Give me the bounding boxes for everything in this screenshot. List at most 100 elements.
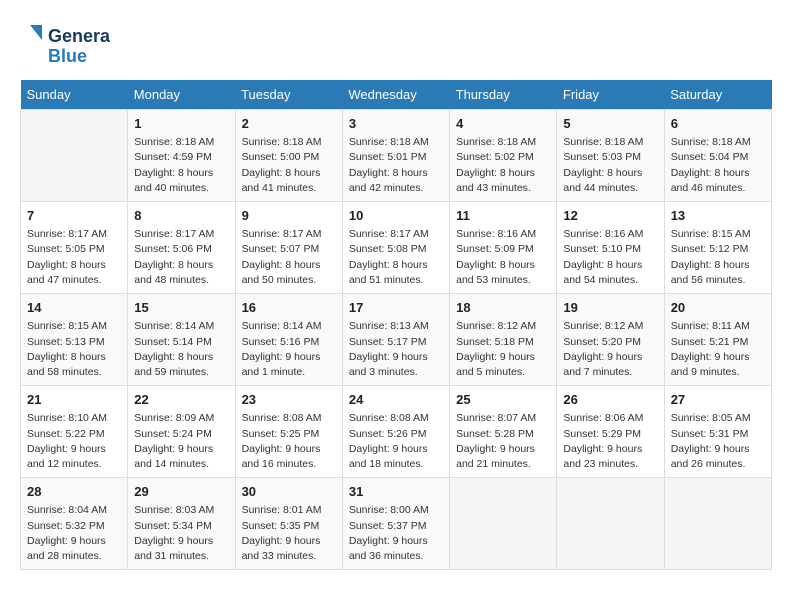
day-info: Sunrise: 8:18 AM Sunset: 5:04 PM Dayligh… <box>671 135 765 196</box>
calendar-cell: 18 Sunrise: 8:12 AM Sunset: 5:18 PM Dayli… <box>450 294 557 386</box>
day-info: Sunrise: 8:16 AM Sunset: 5:09 PM Dayligh… <box>456 227 550 288</box>
day-info: Sunrise: 8:13 AM Sunset: 5:17 PM Dayligh… <box>349 319 443 380</box>
day-number: 2 <box>242 115 336 133</box>
day-number: 18 <box>456 299 550 317</box>
week-row-4: 21 Sunrise: 8:10 AM Sunset: 5:22 PM Dayli… <box>21 386 772 478</box>
day-info: Sunrise: 8:08 AM Sunset: 5:25 PM Dayligh… <box>242 411 336 472</box>
day-number: 19 <box>563 299 657 317</box>
calendar-cell: 28 Sunrise: 8:04 AM Sunset: 5:32 PM Dayli… <box>21 478 128 570</box>
day-info: Sunrise: 8:12 AM Sunset: 5:18 PM Dayligh… <box>456 319 550 380</box>
day-info: Sunrise: 8:16 AM Sunset: 5:10 PM Dayligh… <box>563 227 657 288</box>
day-number: 27 <box>671 391 765 409</box>
calendar-cell: 10Sunrise: 8:17 AM Sunset: 5:08 PM Dayli… <box>342 202 449 294</box>
day-info: Sunrise: 8:05 AM Sunset: 5:31 PM Dayligh… <box>671 411 765 472</box>
page-header: GeneralBlue <box>20 20 772 70</box>
svg-text:General: General <box>48 26 110 46</box>
week-row-5: 28 Sunrise: 8:04 AM Sunset: 5:32 PM Dayli… <box>21 478 772 570</box>
calendar-header-row: SundayMondayTuesdayWednesdayThursdayFrid… <box>21 80 772 110</box>
day-number: 17 <box>349 299 443 317</box>
svg-text:Blue: Blue <box>48 46 87 66</box>
day-info: Sunrise: 8:18 AM Sunset: 5:02 PM Dayligh… <box>456 135 550 196</box>
day-info: Sunrise: 8:07 AM Sunset: 5:28 PM Dayligh… <box>456 411 550 472</box>
day-info: Sunrise: 8:01 AM Sunset: 5:35 PM Dayligh… <box>242 503 336 564</box>
calendar-cell: 8Sunrise: 8:17 AM Sunset: 5:06 PM Daylig… <box>128 202 235 294</box>
day-number: 7 <box>27 207 121 225</box>
day-number: 15 <box>134 299 228 317</box>
header-wednesday: Wednesday <box>342 80 449 110</box>
header-thursday: Thursday <box>450 80 557 110</box>
calendar-cell: 4Sunrise: 8:18 AM Sunset: 5:02 PM Daylig… <box>450 110 557 202</box>
day-number: 31 <box>349 483 443 501</box>
day-info: Sunrise: 8:03 AM Sunset: 5:34 PM Dayligh… <box>134 503 228 564</box>
day-number: 21 <box>27 391 121 409</box>
logo: GeneralBlue <box>20 20 110 70</box>
day-info: Sunrise: 8:18 AM Sunset: 5:03 PM Dayligh… <box>563 135 657 196</box>
calendar-cell: 3Sunrise: 8:18 AM Sunset: 5:01 PM Daylig… <box>342 110 449 202</box>
day-info: Sunrise: 8:15 AM Sunset: 5:13 PM Dayligh… <box>27 319 121 380</box>
header-sunday: Sunday <box>21 80 128 110</box>
calendar-cell: 2Sunrise: 8:18 AM Sunset: 5:00 PM Daylig… <box>235 110 342 202</box>
day-number: 11 <box>456 207 550 225</box>
calendar-cell: 11 Sunrise: 8:16 AM Sunset: 5:09 PM Dayli… <box>450 202 557 294</box>
day-number: 3 <box>349 115 443 133</box>
day-number: 13 <box>671 207 765 225</box>
day-number: 20 <box>671 299 765 317</box>
day-info: Sunrise: 8:17 AM Sunset: 5:06 PM Dayligh… <box>134 227 228 288</box>
day-info: Sunrise: 8:17 AM Sunset: 5:07 PM Dayligh… <box>242 227 336 288</box>
calendar-table: SundayMondayTuesdayWednesdayThursdayFrid… <box>20 80 772 570</box>
calendar-cell: 13 Sunrise: 8:15 AM Sunset: 5:12 PM Dayli… <box>664 202 771 294</box>
calendar-cell <box>664 478 771 570</box>
calendar-cell: 22 Sunrise: 8:09 AM Sunset: 5:24 PM Dayli… <box>128 386 235 478</box>
calendar-cell <box>450 478 557 570</box>
day-number: 16 <box>242 299 336 317</box>
day-number: 26 <box>563 391 657 409</box>
calendar-cell: 12 Sunrise: 8:16 AM Sunset: 5:10 PM Dayli… <box>557 202 664 294</box>
calendar-cell: 5 Sunrise: 8:18 AM Sunset: 5:03 PM Daylig… <box>557 110 664 202</box>
calendar-cell: 9 Sunrise: 8:17 AM Sunset: 5:07 PM Daylig… <box>235 202 342 294</box>
calendar-cell: 21 Sunrise: 8:10 AM Sunset: 5:22 PM Dayli… <box>21 386 128 478</box>
day-number: 30 <box>242 483 336 501</box>
day-number: 25 <box>456 391 550 409</box>
calendar-cell: 20 Sunrise: 8:11 AM Sunset: 5:21 PM Dayli… <box>664 294 771 386</box>
day-info: Sunrise: 8:10 AM Sunset: 5:22 PM Dayligh… <box>27 411 121 472</box>
day-info: Sunrise: 8:04 AM Sunset: 5:32 PM Dayligh… <box>27 503 121 564</box>
day-number: 28 <box>27 483 121 501</box>
day-number: 9 <box>242 207 336 225</box>
calendar-cell: 27 Sunrise: 8:05 AM Sunset: 5:31 PM Dayli… <box>664 386 771 478</box>
day-info: Sunrise: 8:15 AM Sunset: 5:12 PM Dayligh… <box>671 227 765 288</box>
day-number: 29 <box>134 483 228 501</box>
calendar-cell: 29 Sunrise: 8:03 AM Sunset: 5:34 PM Dayli… <box>128 478 235 570</box>
calendar-cell: 1 Sunrise: 8:18 AM Sunset: 4:59 PM Daylig… <box>128 110 235 202</box>
calendar-cell: 14 Sunrise: 8:15 AM Sunset: 5:13 PM Dayli… <box>21 294 128 386</box>
calendar-cell: 31 Sunrise: 8:00 AM Sunset: 5:37 PM Dayli… <box>342 478 449 570</box>
day-number: 10 <box>349 207 443 225</box>
day-info: Sunrise: 8:00 AM Sunset: 5:37 PM Dayligh… <box>349 503 443 564</box>
calendar-cell: 23 Sunrise: 8:08 AM Sunset: 5:25 PM Dayli… <box>235 386 342 478</box>
day-info: Sunrise: 8:18 AM Sunset: 4:59 PM Dayligh… <box>134 135 228 196</box>
day-number: 1 <box>134 115 228 133</box>
day-info: Sunrise: 8:14 AM Sunset: 5:16 PM Dayligh… <box>242 319 336 380</box>
day-number: 5 <box>563 115 657 133</box>
calendar-cell <box>557 478 664 570</box>
calendar-cell: 24 Sunrise: 8:08 AM Sunset: 5:26 PM Dayli… <box>342 386 449 478</box>
day-info: Sunrise: 8:09 AM Sunset: 5:24 PM Dayligh… <box>134 411 228 472</box>
day-number: 22 <box>134 391 228 409</box>
day-info: Sunrise: 8:17 AM Sunset: 5:05 PM Dayligh… <box>27 227 121 288</box>
week-row-2: 7 Sunrise: 8:17 AM Sunset: 5:05 PM Daylig… <box>21 202 772 294</box>
day-info: Sunrise: 8:08 AM Sunset: 5:26 PM Dayligh… <box>349 411 443 472</box>
day-number: 14 <box>27 299 121 317</box>
calendar-cell: 16 Sunrise: 8:14 AM Sunset: 5:16 PM Dayli… <box>235 294 342 386</box>
header-monday: Monday <box>128 80 235 110</box>
day-info: Sunrise: 8:12 AM Sunset: 5:20 PM Dayligh… <box>563 319 657 380</box>
header-saturday: Saturday <box>664 80 771 110</box>
day-number: 6 <box>671 115 765 133</box>
week-row-1: 1 Sunrise: 8:18 AM Sunset: 4:59 PM Daylig… <box>21 110 772 202</box>
day-info: Sunrise: 8:11 AM Sunset: 5:21 PM Dayligh… <box>671 319 765 380</box>
calendar-cell: 30 Sunrise: 8:01 AM Sunset: 5:35 PM Dayli… <box>235 478 342 570</box>
calendar-cell: 7 Sunrise: 8:17 AM Sunset: 5:05 PM Daylig… <box>21 202 128 294</box>
day-number: 24 <box>349 391 443 409</box>
calendar-cell: 6 Sunrise: 8:18 AM Sunset: 5:04 PM Daylig… <box>664 110 771 202</box>
header-friday: Friday <box>557 80 664 110</box>
day-number: 23 <box>242 391 336 409</box>
day-number: 12 <box>563 207 657 225</box>
